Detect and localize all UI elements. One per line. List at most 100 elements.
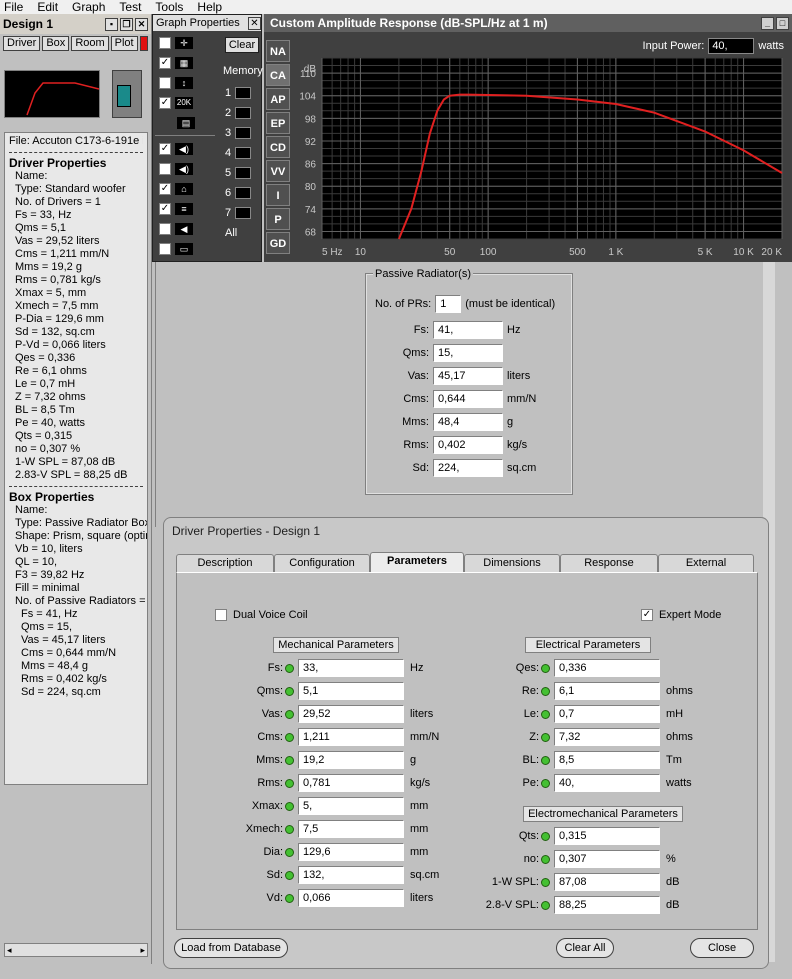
close-icon[interactable]: ✕ — [248, 16, 261, 30]
tab-external[interactable]: External — [658, 554, 754, 572]
checkbox-port[interactable]: ✓ — [159, 203, 171, 215]
amplitude-response-chart[interactable]: dB1101049892868074685 Hz 10 50 100 500 1 K5 K… — [264, 14, 792, 262]
electrical-parameters-header: Electrical Parameters — [525, 637, 651, 653]
elec-param-label: Qes: — [515, 662, 539, 674]
memory-slot[interactable]: 7 — [225, 207, 252, 219]
response-thumbnail[interactable] — [4, 70, 100, 118]
menu-graph[interactable]: Graph — [72, 0, 105, 14]
pr-param-field[interactable]: 45,17 — [433, 367, 503, 385]
tab-dimensions[interactable]: Dimensions — [464, 554, 560, 572]
pr-param-field[interactable]: 0,402 — [433, 436, 503, 454]
mech-param-field[interactable]: 129,6 — [298, 843, 404, 861]
mech-param-field[interactable]: 132, — [298, 866, 404, 884]
pr-param-row: Rms: 0,402 kg/s — [375, 436, 527, 454]
menu-test[interactable]: Test — [119, 0, 141, 14]
tab-description[interactable]: Description — [176, 554, 274, 572]
memory-label: Memory — [223, 65, 263, 77]
tab-driver[interactable]: Driver — [3, 36, 41, 51]
close-button[interactable]: Close — [690, 938, 754, 958]
elec-param-field[interactable]: 6,1 — [554, 682, 660, 700]
expert-mode-checkbox[interactable]: ✓ — [641, 609, 653, 621]
clear-all-button[interactable]: Clear All — [556, 938, 614, 958]
memory-slot[interactable]: 6 — [225, 187, 252, 199]
mech-param-field[interactable]: 0,781 — [298, 774, 404, 792]
memory-slot-label: All — [225, 227, 238, 239]
tab-room[interactable]: Room — [71, 36, 109, 51]
elec-param-field[interactable]: 0,336 — [554, 659, 660, 677]
mech-param-unit: mm — [410, 800, 429, 812]
menu-tools[interactable]: Tools — [155, 0, 183, 14]
horizontal-scrollbar[interactable]: ◂ ▸ — [4, 943, 148, 957]
driver-property-line: Vas = 29,52 liters — [15, 235, 100, 247]
status-dot-icon — [285, 847, 294, 857]
memory-slot-swatch[interactable] — [235, 127, 252, 139]
memory-slot-swatch[interactable] — [235, 167, 252, 179]
checkbox-zoom-range[interactable]: ✓ — [159, 97, 171, 109]
pr-param-field[interactable]: 41, — [433, 321, 503, 339]
elec-param-field[interactable]: 0,7 — [554, 705, 660, 723]
memory-slot[interactable]: 1 — [225, 87, 252, 99]
mech-param-label: Xmax: — [251, 800, 283, 812]
mech-param-field[interactable]: 7,5 — [298, 820, 404, 838]
box-thumbnail[interactable] — [112, 70, 142, 118]
checkbox-vertical-scale[interactable] — [159, 77, 171, 89]
checkbox-system[interactable] — [159, 243, 171, 255]
checkbox-room[interactable]: ✓ — [159, 183, 171, 195]
memory-slot-swatch[interactable] — [235, 207, 252, 219]
elec-param-field[interactable]: 40, — [554, 774, 660, 792]
pr-param-field[interactable]: 224, — [433, 459, 503, 477]
elec-param-field[interactable]: 8,5 — [554, 751, 660, 769]
em-param-field[interactable]: 0,315 — [554, 827, 660, 845]
memory-slot[interactable]: 2 — [225, 107, 252, 119]
pr-param-field[interactable]: 15, — [433, 344, 503, 362]
tab-parameters[interactable]: Parameters — [370, 552, 464, 573]
dual-voice-coil-checkbox[interactable] — [215, 609, 227, 621]
memory-slot[interactable]: All — [225, 227, 237, 239]
pr-param-field[interactable]: 48,4 — [433, 413, 503, 431]
menu-file[interactable]: File — [4, 0, 23, 14]
tab-plot[interactable]: Plot — [110, 36, 138, 51]
mech-param-field[interactable]: 5, — [298, 797, 404, 815]
pr-param-field[interactable]: 0,644 — [433, 390, 503, 408]
em-param-field[interactable]: 88,25 — [554, 896, 660, 914]
memory-slot-swatch[interactable] — [235, 87, 252, 99]
copy-icon[interactable]: ❐ — [120, 17, 133, 31]
close-icon[interactable]: ✕ — [135, 17, 148, 31]
memory-slot-swatch[interactable] — [235, 107, 252, 119]
mech-param-field[interactable]: 5,1 — [298, 682, 404, 700]
clear-button[interactable]: Clear — [225, 37, 259, 53]
memory-slot-swatch[interactable] — [235, 147, 252, 159]
mech-param-unit: mm — [410, 846, 429, 858]
memory-slot[interactable]: 4 — [225, 147, 252, 159]
pr-count-field[interactable]: 1 — [435, 295, 462, 313]
tab-response[interactable]: Response — [560, 554, 658, 572]
driver-property-line: Mms = 19,2 g — [15, 261, 82, 273]
mech-param-field[interactable]: 33, — [298, 659, 404, 677]
checkbox-grid[interactable]: ✓ — [159, 57, 171, 69]
memory-slot[interactable]: 5 — [225, 167, 252, 179]
plot-color-swatch[interactable] — [139, 36, 148, 51]
checkbox-driver-on-axis[interactable]: ✓ — [159, 143, 171, 155]
memory-slot-swatch[interactable] — [235, 187, 252, 199]
mech-param-field[interactable]: 0,066 — [298, 889, 404, 907]
x-tick-label: 10 K — [733, 247, 754, 258]
mech-param-field[interactable]: 29,52 — [298, 705, 404, 723]
mech-param-field[interactable]: 1,211 — [298, 728, 404, 746]
em-param-field[interactable]: 0,307 — [554, 850, 660, 868]
em-param-field[interactable]: 87,08 — [554, 873, 660, 891]
tab-box[interactable]: Box — [42, 36, 70, 51]
memory-slot[interactable]: 3 — [225, 127, 252, 139]
menu-edit[interactable]: Edit — [37, 0, 58, 14]
elec-param-label: Le: — [523, 708, 539, 720]
em-param-label: Qts: — [518, 830, 539, 842]
menu-help[interactable]: Help — [197, 0, 222, 14]
checkbox-crosshair[interactable] — [159, 37, 171, 49]
save-icon[interactable]: ▪ — [105, 17, 118, 31]
checkbox-driver-off-axis[interactable] — [159, 163, 171, 175]
tab-configuration[interactable]: Configuration — [274, 554, 370, 572]
elec-param-field[interactable]: 7,32 — [554, 728, 660, 746]
status-dot-icon — [285, 893, 294, 903]
mech-param-field[interactable]: 19,2 — [298, 751, 404, 769]
checkbox-combined[interactable] — [159, 223, 171, 235]
load-from-database-button[interactable]: Load from Database — [174, 938, 288, 958]
